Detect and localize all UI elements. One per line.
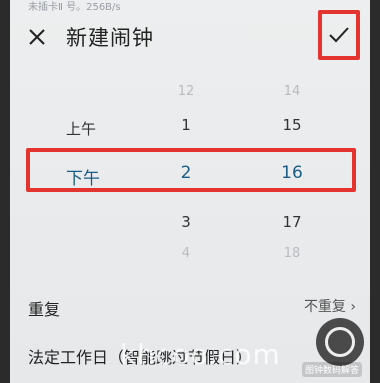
device-frame-left [0, 0, 10, 383]
device-frame-right [370, 0, 380, 383]
repeat-value: 不重复 › [304, 296, 356, 316]
repeat-label: 重复 [28, 300, 61, 319]
hour-option[interactable]: 4 [166, 246, 206, 261]
confirm-button[interactable] [318, 10, 360, 60]
close-button[interactable] [24, 24, 50, 50]
credit-text: 图钟数码解答 [302, 362, 363, 377]
chevron-right-icon: › [350, 299, 356, 315]
page-title: 新建闹钟 [66, 26, 154, 50]
hour-option[interactable]: 3 [166, 213, 206, 231]
selected-time-highlight [26, 148, 356, 192]
circle-icon [325, 327, 355, 357]
minute-option[interactable]: 18 [272, 246, 312, 261]
repeat-value-text: 不重复 [303, 299, 346, 315]
repeat-setting-row[interactable]: 重复 不重复 › [10, 296, 370, 336]
hour-option[interactable]: 12 [166, 84, 206, 99]
alarm-screen: 未插卡Ⅱ 号。256B/s 新建闹钟 上午 下午 12 1 2 3 4 14 1… [10, 0, 370, 383]
ampm-option-am[interactable]: 上午 [66, 118, 96, 139]
close-icon [29, 29, 45, 45]
hour-option[interactable]: 1 [166, 116, 206, 134]
floating-action-button[interactable] [316, 318, 364, 366]
check-icon [329, 27, 349, 43]
status-bar: 未插卡Ⅱ 号。256B/s [28, 2, 121, 13]
minute-option[interactable]: 15 [272, 116, 312, 134]
watermark-text: khcoo.com [120, 338, 281, 371]
minute-option[interactable]: 14 [272, 84, 312, 99]
minute-option[interactable]: 17 [272, 213, 312, 231]
